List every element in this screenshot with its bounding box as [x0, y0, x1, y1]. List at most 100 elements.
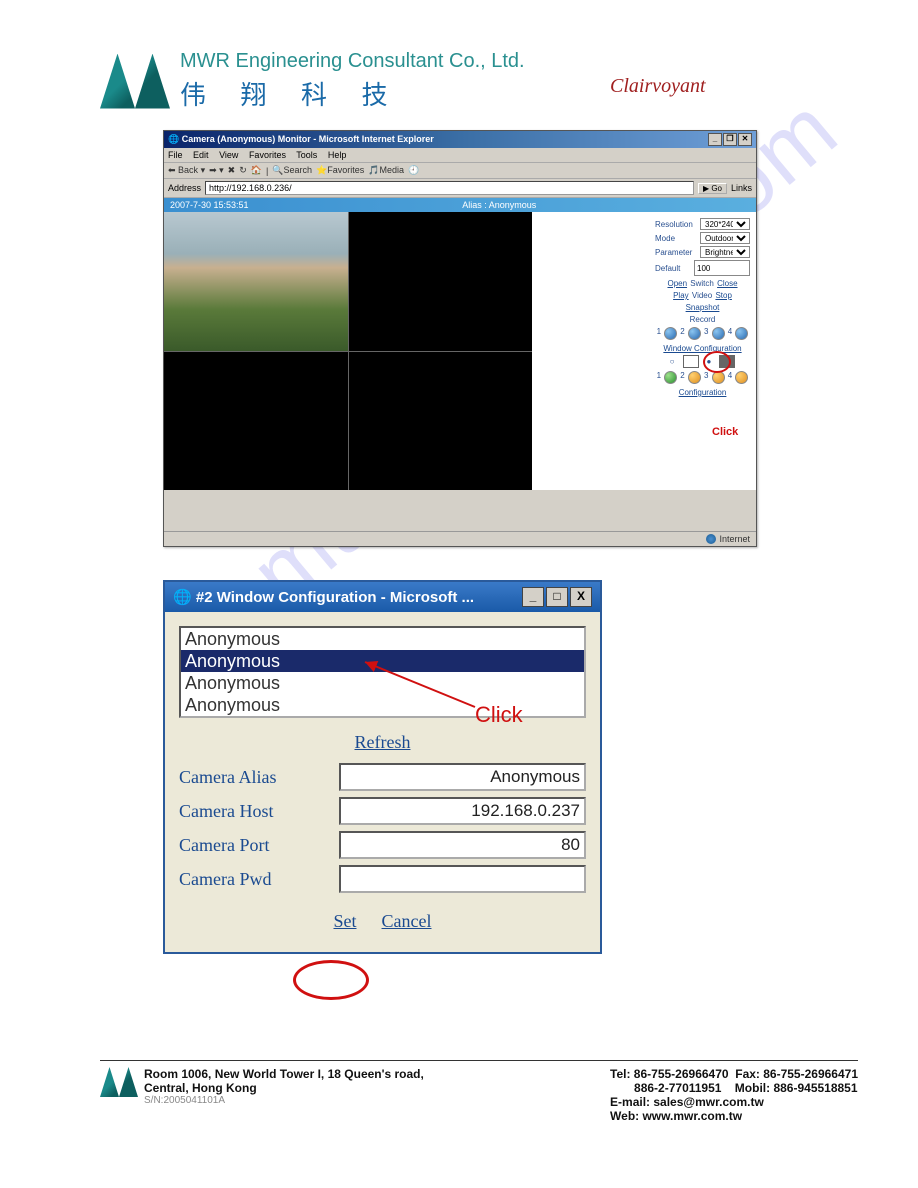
ie-icon: 🌐: [168, 134, 182, 144]
menu-bar: File Edit View Favorites Tools Help: [164, 148, 756, 163]
list-item[interactable]: Anonymous: [181, 628, 584, 650]
window-dot-4[interactable]: [735, 371, 748, 384]
camera-host-input[interactable]: [339, 797, 586, 825]
media-button[interactable]: 🎵Media: [368, 165, 404, 176]
favorites-button[interactable]: ⭐Favorites: [316, 165, 364, 176]
menu-view[interactable]: View: [219, 150, 238, 160]
window-title: Camera (Anonymous) Monitor - Microsoft I…: [182, 134, 434, 144]
camera-listbox[interactable]: Anonymous Anonymous Anonymous Anonymous: [179, 626, 586, 718]
maximize-button[interactable]: □: [546, 587, 568, 607]
default-input[interactable]: [694, 260, 750, 276]
menu-help[interactable]: Help: [328, 150, 347, 160]
window-titlebar: 🌐 Camera (Anonymous) Monitor - Microsoft…: [164, 131, 756, 148]
footer-web: Web: www.mwr.com.tw: [610, 1109, 742, 1123]
document-footer: Room 1006, New World Tower I, 18 Queen's…: [100, 1060, 858, 1123]
menu-edit[interactable]: Edit: [193, 150, 209, 160]
menu-file[interactable]: File: [168, 150, 183, 160]
mode-label: Mode: [655, 234, 675, 243]
resolution-label: Resolution: [655, 220, 693, 229]
control-panel: Resolution 320*240 Mode Outdoor Parameter B…: [649, 212, 756, 490]
set-link[interactable]: Set: [333, 911, 356, 931]
clairvoyant-label: Clairvoyant: [610, 75, 706, 98]
record-dot-4[interactable]: [735, 327, 748, 340]
camera-port-input[interactable]: [339, 831, 586, 859]
footer-fax: Fax: 86-755-26966471: [735, 1067, 858, 1081]
camera-feed-4[interactable]: [349, 352, 533, 491]
list-item[interactable]: Anonymous: [181, 672, 584, 694]
camera-grid: [164, 212, 532, 490]
footer-addr1: Room 1006, New World Tower I, 18 Queen's…: [144, 1067, 424, 1081]
minimize-button[interactable]: _: [708, 133, 722, 146]
close-link[interactable]: Close: [717, 279, 737, 288]
address-label: Address: [168, 183, 201, 193]
camera-feed-1[interactable]: [164, 212, 348, 351]
history-button[interactable]: 🕘: [408, 165, 419, 176]
menu-tools[interactable]: Tools: [296, 150, 317, 160]
play-link[interactable]: Play: [673, 291, 689, 300]
maximize-button[interactable]: ❐: [723, 133, 737, 146]
toolbar: ⬅ Back ▾ ➡ ▾ ✖ ↻ 🏠 | 🔍Search ⭐Favorites …: [164, 163, 756, 179]
footer-sn: S/N:2005041101A: [144, 1095, 424, 1106]
refresh-button[interactable]: ↻: [239, 165, 247, 176]
record-dot-3[interactable]: [712, 327, 725, 340]
status-bar: Internet: [164, 531, 756, 546]
refresh-link[interactable]: Refresh: [179, 732, 586, 753]
camera-alias-input[interactable]: [339, 763, 586, 791]
home-button[interactable]: 🏠: [251, 165, 262, 176]
parameter-select[interactable]: Brightness: [700, 246, 750, 258]
stop-button[interactable]: ✖: [228, 165, 236, 176]
menu-favorites[interactable]: Favorites: [249, 150, 286, 160]
minimize-button[interactable]: _: [522, 587, 544, 607]
address-input[interactable]: http://192.168.0.236/: [205, 181, 694, 195]
layout-quad-icon[interactable]: [719, 355, 735, 368]
window-config-label: Window Configuration: [655, 344, 750, 353]
window-dot-3[interactable]: [712, 371, 725, 384]
camera-host-label: Camera Host: [179, 801, 339, 822]
company-chinese: 伟 翔 科 技: [180, 75, 525, 112]
camera-pwd-input[interactable]: [339, 865, 586, 893]
forward-button[interactable]: ➡ ▾: [209, 165, 224, 176]
configuration-link[interactable]: Configuration: [679, 388, 727, 397]
record-dot-2[interactable]: [688, 327, 701, 340]
record-dot-1[interactable]: [664, 327, 677, 340]
snapshot-link[interactable]: Snapshot: [686, 303, 720, 312]
back-button[interactable]: ⬅ Back ▾: [168, 165, 205, 176]
timestamp: 2007-7-30 15:53:51: [170, 200, 249, 210]
camera-feed-2[interactable]: [349, 212, 533, 351]
close-button[interactable]: X: [570, 587, 592, 607]
camera-pwd-label: Camera Pwd: [179, 869, 339, 890]
resolution-select[interactable]: 320*240: [700, 218, 750, 230]
camera-alias-label: Camera Alias: [179, 767, 339, 788]
layout-single-icon[interactable]: [683, 355, 699, 368]
parameter-label: Parameter: [655, 248, 692, 257]
stop-link[interactable]: Stop: [715, 291, 731, 300]
mode-select[interactable]: Outdoor: [700, 232, 750, 244]
close-button[interactable]: ✕: [738, 133, 752, 146]
open-link[interactable]: Open: [667, 279, 687, 288]
default-label: Default: [655, 264, 680, 273]
go-button[interactable]: ▶ Go: [698, 183, 727, 194]
status-text: Internet: [719, 534, 750, 544]
ie-icon: 🌐: [173, 589, 196, 606]
dialog-titlebar: 🌐 #2 Window Configuration - Microsoft ..…: [165, 582, 600, 612]
camera-info-bar: 2007-7-30 15:53:51 Alias : Anonymous: [164, 198, 756, 212]
list-item[interactable]: Anonymous: [181, 694, 584, 716]
footer-email: E-mail: sales@mwr.com.tw: [610, 1095, 764, 1109]
cancel-link[interactable]: Cancel: [382, 911, 432, 931]
links-label[interactable]: Links: [731, 183, 752, 193]
company-name: MWR Engineering Consultant Co., Ltd.: [180, 50, 525, 73]
window-dot-2[interactable]: [688, 371, 701, 384]
search-button[interactable]: 🔍Search: [272, 165, 312, 176]
mwr-logo-icon: [100, 54, 170, 109]
click-annotation-1: Click: [712, 426, 738, 438]
record-text: Record: [690, 315, 716, 324]
mwr-logo-small-icon: [100, 1067, 138, 1097]
camera-port-label: Camera Port: [179, 835, 339, 856]
list-item-selected[interactable]: Anonymous: [181, 650, 584, 672]
camera-feed-3[interactable]: [164, 352, 348, 491]
window-dot-1[interactable]: [664, 371, 677, 384]
set-annotation-circle: [293, 960, 369, 1000]
switch-text: Switch: [690, 279, 714, 288]
camera-monitor-window: 🌐 Camera (Anonymous) Monitor - Microsoft…: [163, 130, 757, 547]
address-bar: Address http://192.168.0.236/ ▶ Go Links: [164, 179, 756, 198]
